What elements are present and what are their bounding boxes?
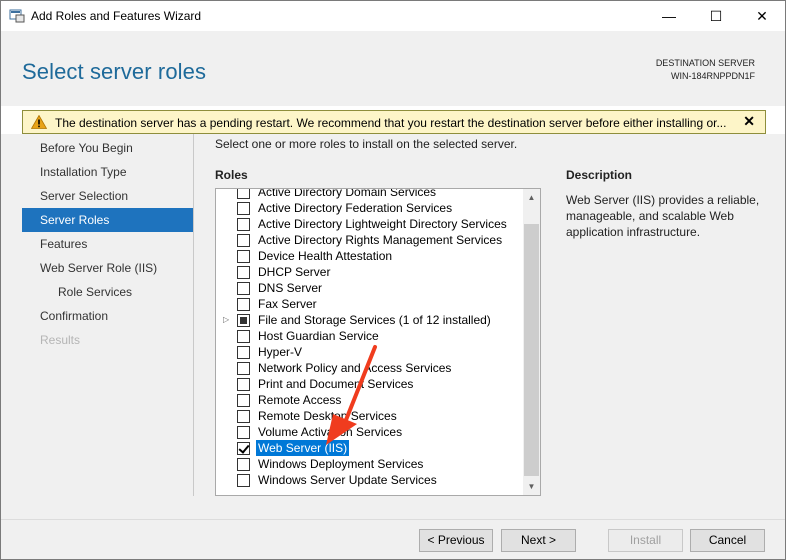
role-list-item[interactable]: DHCP Server (216, 264, 524, 280)
role-label[interactable]: Volume Activation Services (258, 424, 402, 440)
role-list-item[interactable]: Windows Server Update Services (216, 472, 524, 488)
role-list-item[interactable]: Print and Document Services (216, 376, 524, 392)
expand-arrow-icon[interactable]: ▷ (223, 312, 229, 328)
nav-step-confirmation[interactable]: Confirmation (22, 304, 193, 328)
role-label[interactable]: DHCP Server (258, 264, 330, 280)
role-checkbox[interactable] (237, 442, 250, 455)
scroll-up-arrow-icon[interactable]: ▲ (523, 189, 540, 206)
role-checkbox[interactable] (237, 362, 250, 375)
warning-message: The destination server has a pending res… (55, 116, 727, 130)
maximize-button[interactable]: ☐ (693, 1, 739, 31)
scroll-thumb[interactable] (524, 224, 539, 476)
role-list-item[interactable]: Host Guardian Service (216, 328, 524, 344)
role-list-item[interactable]: DNS Server (216, 280, 524, 296)
description-text: Web Server (IIS) provides a reliable, ma… (566, 193, 760, 239)
next-button[interactable]: Next > (501, 529, 576, 552)
role-checkbox[interactable] (237, 266, 250, 279)
wizard-footer: < Previous Next > Install Cancel (1, 519, 785, 559)
scroll-down-arrow-icon[interactable]: ▼ (523, 478, 540, 495)
nav-step-role-services[interactable]: Role Services (22, 280, 193, 304)
role-label[interactable]: Remote Access (258, 392, 341, 408)
role-label[interactable]: Windows Deployment Services (258, 456, 423, 472)
nav-step-installation-type[interactable]: Installation Type (22, 160, 193, 184)
destination-server-name: WIN-184RNPPDN1F (670, 71, 755, 81)
role-checkbox[interactable] (237, 394, 250, 407)
roles-heading: Roles (215, 168, 248, 182)
role-checkbox[interactable] (237, 202, 250, 215)
role-label[interactable]: Active Directory Domain Services (258, 189, 436, 200)
description-heading: Description (566, 168, 633, 182)
wizard-body: Before You Begin Installation Type Server … (1, 134, 785, 519)
role-label[interactable]: Web Server (IIS) (256, 440, 350, 456)
role-checkbox[interactable] (237, 458, 250, 471)
role-label[interactable]: File and Storage Services (1 of 12 insta… (258, 312, 491, 328)
role-list-item[interactable]: Active Directory Domain Services (216, 189, 524, 200)
cancel-button[interactable]: Cancel (690, 529, 765, 552)
role-label[interactable]: Hyper-V (258, 344, 302, 360)
role-label[interactable]: Active Directory Lightweight Directory S… (258, 216, 507, 232)
role-label[interactable]: DNS Server (258, 280, 322, 296)
role-list-item[interactable]: Fax Server (216, 296, 524, 312)
role-label[interactable]: Device Health Attestation (258, 248, 392, 264)
role-label[interactable]: Active Directory Rights Management Servi… (258, 232, 502, 248)
role-checkbox[interactable] (237, 314, 250, 327)
role-checkbox[interactable] (237, 410, 250, 423)
role-list-item[interactable]: Hyper-V (216, 344, 524, 360)
role-label[interactable]: Active Directory Federation Services (258, 200, 452, 216)
role-list-item[interactable]: Windows Deployment Services (216, 456, 524, 472)
nav-step-server-selection[interactable]: Server Selection (22, 184, 193, 208)
wizard-steps-nav: Before You Begin Installation Type Server … (22, 134, 194, 496)
previous-button[interactable]: < Previous (419, 529, 493, 552)
role-checkbox[interactable] (237, 298, 250, 311)
destination-server-label: DESTINATION SERVER (655, 58, 755, 68)
role-checkbox[interactable] (237, 282, 250, 295)
role-list-item[interactable]: Remote Desktop Services (216, 408, 524, 424)
role-label[interactable]: Windows Server Update Services (258, 472, 437, 488)
role-list-item[interactable]: Volume Activation Services (216, 424, 524, 440)
role-label[interactable]: Remote Desktop Services (258, 408, 397, 424)
role-checkbox[interactable] (237, 234, 250, 247)
role-checkbox[interactable] (237, 378, 250, 391)
pending-restart-warning: The destination server has a pending res… (22, 110, 766, 134)
role-checkbox[interactable] (237, 189, 250, 199)
nav-step-web-server-role-iis[interactable]: Web Server Role (IIS) (22, 256, 193, 280)
dismiss-warning-button[interactable]: ✕ (743, 113, 755, 130)
server-manager-icon (9, 9, 25, 23)
role-list-item[interactable]: Active Directory Lightweight Directory S… (216, 216, 524, 232)
role-label[interactable]: Fax Server (258, 296, 317, 312)
role-checkbox[interactable] (237, 330, 250, 343)
title-bar: Add Roles and Features Wizard — ☐ ✕ (1, 1, 785, 31)
minimize-button[interactable]: — (646, 1, 692, 31)
role-checkbox[interactable] (237, 250, 250, 263)
nav-step-server-roles[interactable]: Server Roles (22, 208, 193, 232)
role-checkbox[interactable] (237, 426, 250, 439)
nav-step-results: Results (40, 333, 81, 347)
page-title: Select server roles (22, 59, 207, 84)
role-checkbox[interactable] (237, 474, 250, 487)
role-list-item[interactable]: Active Directory Federation Services (216, 200, 524, 216)
install-button: Install (608, 529, 683, 552)
window-title: Add Roles and Features Wizard (31, 9, 202, 23)
instruction-text: Select one or more roles to install on t… (215, 137, 518, 151)
close-window-button[interactable]: ✕ (739, 1, 785, 31)
wizard-window: Add Roles and Features Wizard — ☐ ✕ Sele… (0, 0, 786, 560)
role-checkbox[interactable] (237, 218, 250, 231)
role-list-item[interactable]: Device Health Attestation (216, 248, 524, 264)
role-list-item[interactable]: Remote Access (216, 392, 524, 408)
roles-scrollbar[interactable]: ▲ ▼ (523, 189, 540, 495)
role-list-item[interactable]: Web Server (IIS) (216, 440, 524, 456)
warning-icon (31, 115, 47, 129)
role-label[interactable]: Host Guardian Service (258, 328, 379, 344)
nav-step-before-you-begin[interactable]: Before You Begin (22, 136, 193, 160)
role-list-item[interactable]: Network Policy and Access Services (216, 360, 524, 376)
wizard-header: Select server roles DESTINATION SERVER W… (1, 31, 785, 106)
role-checkbox[interactable] (237, 346, 250, 359)
role-label[interactable]: Network Policy and Access Services (258, 360, 451, 376)
role-label[interactable]: Print and Document Services (258, 376, 413, 392)
roles-list[interactable]: Active Directory Domain Services Active D… (215, 188, 541, 496)
role-list-item[interactable]: ▷ File and Storage Services (1 of 12 inst… (216, 312, 524, 328)
nav-step-features[interactable]: Features (22, 232, 193, 256)
role-list-item[interactable]: Active Directory Rights Management Servi… (216, 232, 524, 248)
